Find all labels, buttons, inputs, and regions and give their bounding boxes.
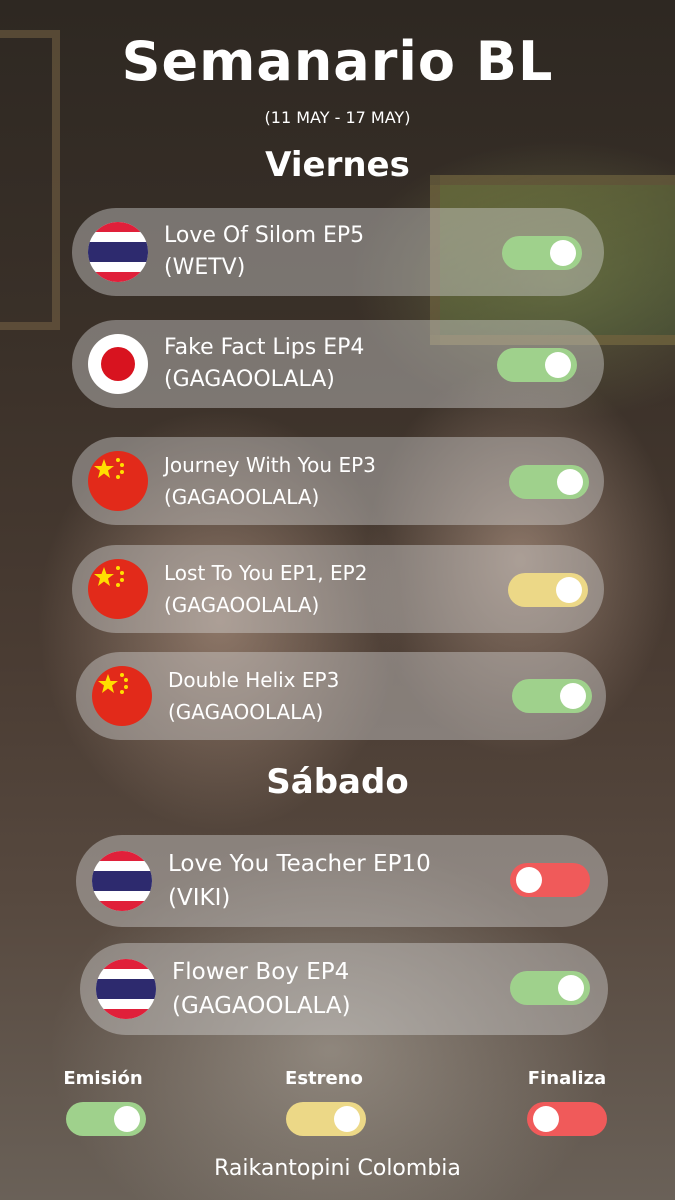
toggle-knob bbox=[556, 577, 582, 603]
show-card[interactable]: Lost To You EP1, EP2 (GAGAOOLALA) bbox=[72, 545, 604, 633]
status-toggle[interactable] bbox=[509, 465, 589, 499]
china-flag-icon bbox=[92, 666, 152, 726]
show-card[interactable]: Love You Teacher EP10 (VIKI) bbox=[76, 835, 608, 927]
legend-toggle-emision bbox=[66, 1102, 146, 1136]
toggle-knob bbox=[557, 469, 583, 495]
show-title: Lost To You EP1, EP2 bbox=[164, 561, 368, 585]
toggle-knob bbox=[533, 1106, 559, 1132]
show-card[interactable]: Journey With You EP3 (GAGAOOLALA) bbox=[72, 437, 604, 525]
status-toggle[interactable] bbox=[510, 863, 590, 897]
show-title: Journey With You EP3 bbox=[164, 453, 376, 477]
toggle-knob bbox=[550, 240, 576, 266]
show-title: Love You Teacher EP10 bbox=[168, 851, 431, 877]
status-toggle[interactable] bbox=[497, 348, 577, 382]
toggle-knob bbox=[560, 683, 586, 709]
show-platform: (GAGAOOLALA) bbox=[172, 993, 351, 1019]
show-platform: (GAGAOOLALA) bbox=[164, 593, 320, 617]
status-toggle[interactable] bbox=[512, 679, 592, 713]
day-heading-viernes: Viernes bbox=[265, 145, 410, 185]
japan-flag-icon bbox=[88, 334, 148, 394]
show-title: Flower Boy EP4 bbox=[172, 959, 350, 985]
show-platform: (WETV) bbox=[164, 255, 246, 280]
show-title: Love Of Silom EP5 bbox=[164, 223, 365, 248]
show-info: Double Helix EP3 (GAGAOOLALA) bbox=[168, 664, 339, 728]
thailand-flag-icon bbox=[88, 222, 148, 282]
show-card[interactable]: Double Helix EP3 (GAGAOOLALA) bbox=[76, 652, 606, 740]
status-toggle[interactable] bbox=[502, 236, 582, 270]
toggle-knob bbox=[114, 1106, 140, 1132]
thailand-flag-icon bbox=[92, 851, 152, 911]
show-info: Flower Boy EP4 (GAGAOOLALA) bbox=[172, 955, 351, 1023]
show-info: Journey With You EP3 (GAGAOOLALA) bbox=[164, 449, 376, 513]
page-title: Semanario BL bbox=[121, 30, 554, 93]
show-info: Lost To You EP1, EP2 (GAGAOOLALA) bbox=[164, 557, 367, 621]
footer-credit: Raikantopini Colombia bbox=[214, 1156, 461, 1181]
show-title: Double Helix EP3 bbox=[168, 668, 340, 692]
status-toggle[interactable] bbox=[510, 971, 590, 1005]
show-platform: (GAGAOOLALA) bbox=[168, 700, 324, 724]
legend-label-finaliza: Finaliza bbox=[527, 1068, 607, 1089]
toggle-knob bbox=[545, 352, 571, 378]
show-platform: (GAGAOOLALA) bbox=[164, 485, 320, 509]
show-platform: (VIKI) bbox=[168, 885, 231, 911]
china-flag-icon bbox=[88, 559, 148, 619]
show-platform: (GAGAOOLALA) bbox=[164, 367, 335, 392]
legend-toggle-estreno bbox=[286, 1102, 366, 1136]
legend-label-emision: Emisión bbox=[63, 1068, 143, 1089]
thailand-flag-icon bbox=[96, 959, 156, 1019]
show-title: Fake Fact Lips EP4 bbox=[164, 335, 365, 360]
show-card[interactable]: Flower Boy EP4 (GAGAOOLALA) bbox=[80, 943, 608, 1035]
toggle-knob bbox=[516, 867, 542, 893]
legend-label-estreno: Estreno bbox=[285, 1068, 363, 1089]
show-info: Fake Fact Lips EP4 (GAGAOOLALA) bbox=[164, 332, 364, 396]
legend-toggle-finaliza bbox=[527, 1102, 607, 1136]
date-range: (11 MAY - 17 MAY) bbox=[264, 108, 411, 127]
day-heading-sabado: Sábado bbox=[266, 762, 409, 802]
toggle-knob bbox=[334, 1106, 360, 1132]
show-info: Love You Teacher EP10 (VIKI) bbox=[168, 847, 431, 915]
show-card[interactable]: Love Of Silom EP5 (WETV) bbox=[72, 208, 604, 296]
status-toggle[interactable] bbox=[508, 573, 588, 607]
show-card[interactable]: Fake Fact Lips EP4 (GAGAOOLALA) bbox=[72, 320, 604, 408]
show-info: Love Of Silom EP5 (WETV) bbox=[164, 220, 364, 284]
toggle-knob bbox=[558, 975, 584, 1001]
china-flag-icon bbox=[88, 451, 148, 511]
